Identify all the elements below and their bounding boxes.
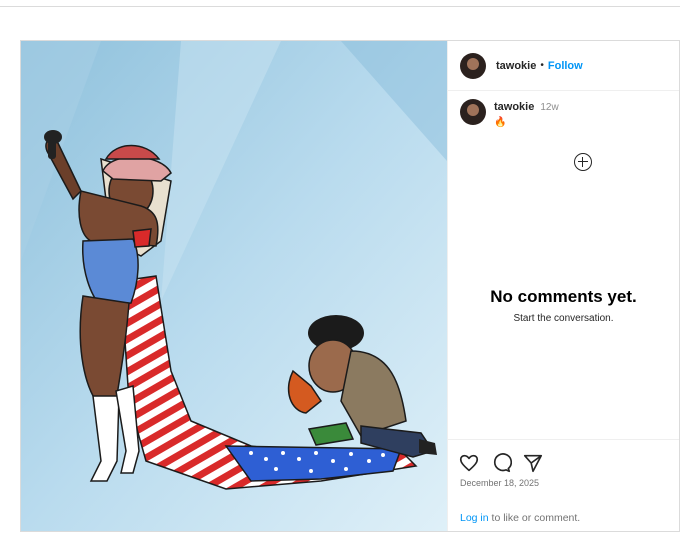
follow-button[interactable]: Follow — [548, 60, 583, 72]
author-avatar[interactable] — [460, 52, 486, 79]
comment-icon[interactable] — [490, 452, 513, 474]
login-link[interactable]: Log in — [460, 512, 489, 524]
post-actions: December 18, 2025 Log in to like or comm… — [448, 439, 679, 532]
author-username[interactable]: tawokie — [496, 60, 536, 72]
caption-comment: tawokie 12w 🔥 — [460, 99, 559, 130]
empty-subtitle: Start the conversation. — [513, 313, 614, 324]
comment-avatar[interactable] — [460, 99, 486, 125]
post-header: tawokie • Follow — [448, 41, 679, 91]
comment-text: 🔥 — [494, 117, 507, 128]
top-bar — [0, 0, 680, 7]
post-illustration — [21, 41, 447, 531]
add-comment-icon[interactable] — [574, 153, 592, 171]
empty-comments: No comments yet. Start the conversation. — [448, 287, 679, 324]
comment-time[interactable]: 12w — [540, 102, 558, 113]
comments-panel: tawokie • Follow tawokie 12w 🔥 No comment… — [447, 41, 679, 531]
post-date: December 18, 2025 — [460, 478, 540, 488]
heart-icon[interactable] — [458, 452, 480, 474]
login-prompt: Log in to like or comment. — [460, 512, 580, 524]
post-card: tawokie • Follow tawokie 12w 🔥 No comment… — [20, 40, 680, 532]
empty-title: No comments yet. — [490, 287, 637, 306]
separator-dot: • — [540, 60, 544, 71]
comment-username[interactable]: tawokie — [494, 101, 534, 113]
share-icon[interactable] — [522, 452, 544, 474]
login-suffix: to like or comment. — [488, 512, 581, 524]
post-image[interactable] — [21, 41, 447, 531]
